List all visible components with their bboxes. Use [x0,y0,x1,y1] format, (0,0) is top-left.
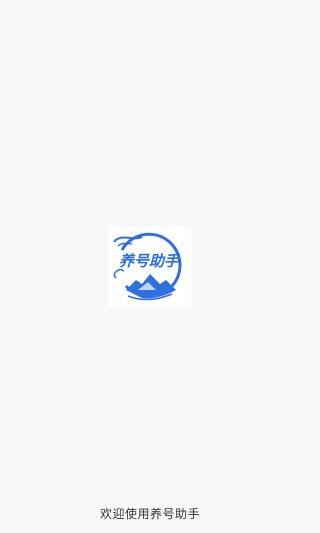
welcome-text: 欢迎使用养号助手 [99,507,200,521]
app-logo: 养号助手 [108,226,191,307]
logo-wordmark: 养号助手 [119,252,181,270]
app-logo-icon: 养号助手 [113,232,182,301]
splash-screen: 养号助手 欢迎使用养号助手 [0,0,300,533]
